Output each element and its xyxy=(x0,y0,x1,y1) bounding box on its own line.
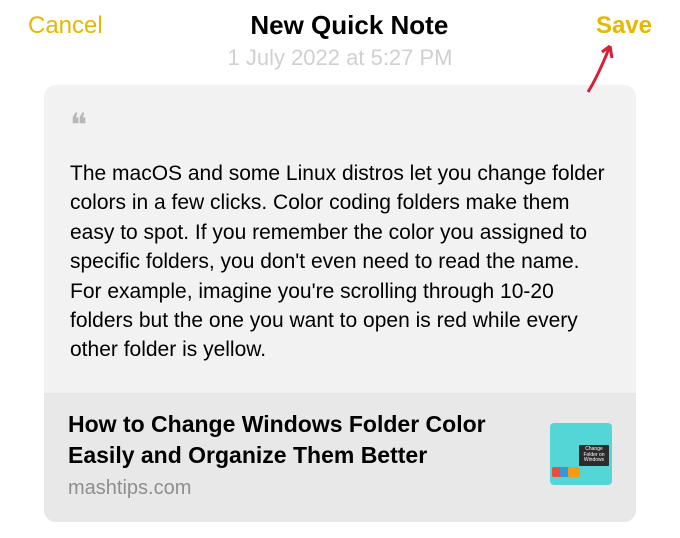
quote-text: The macOS and some Linux distros let you… xyxy=(70,159,610,365)
header-bar: Cancel New Quick Note Save xyxy=(0,0,680,41)
link-title: How to Change Windows Folder Color Easil… xyxy=(68,409,530,471)
quote-icon: ❝ xyxy=(70,109,610,141)
thumb-folders-icon xyxy=(552,467,576,477)
link-text-container: How to Change Windows Folder Color Easil… xyxy=(68,409,530,500)
modal-title: New Quick Note xyxy=(250,10,448,41)
save-button[interactable]: Save xyxy=(596,12,652,40)
link-preview[interactable]: How to Change Windows Folder Color Easil… xyxy=(44,393,636,522)
quote-section: ❝ The macOS and some Linux distros let y… xyxy=(44,85,636,393)
note-timestamp: 1 July 2022 at 5:27 PM xyxy=(0,45,680,71)
thumb-label: Change Folder on Windows xyxy=(579,445,609,466)
link-thumbnail: Change Folder on Windows xyxy=(550,423,612,485)
cancel-button[interactable]: Cancel xyxy=(28,12,103,40)
note-card: ❝ The macOS and some Linux distros let y… xyxy=(44,85,636,522)
link-source: mashtips.com xyxy=(68,477,530,500)
